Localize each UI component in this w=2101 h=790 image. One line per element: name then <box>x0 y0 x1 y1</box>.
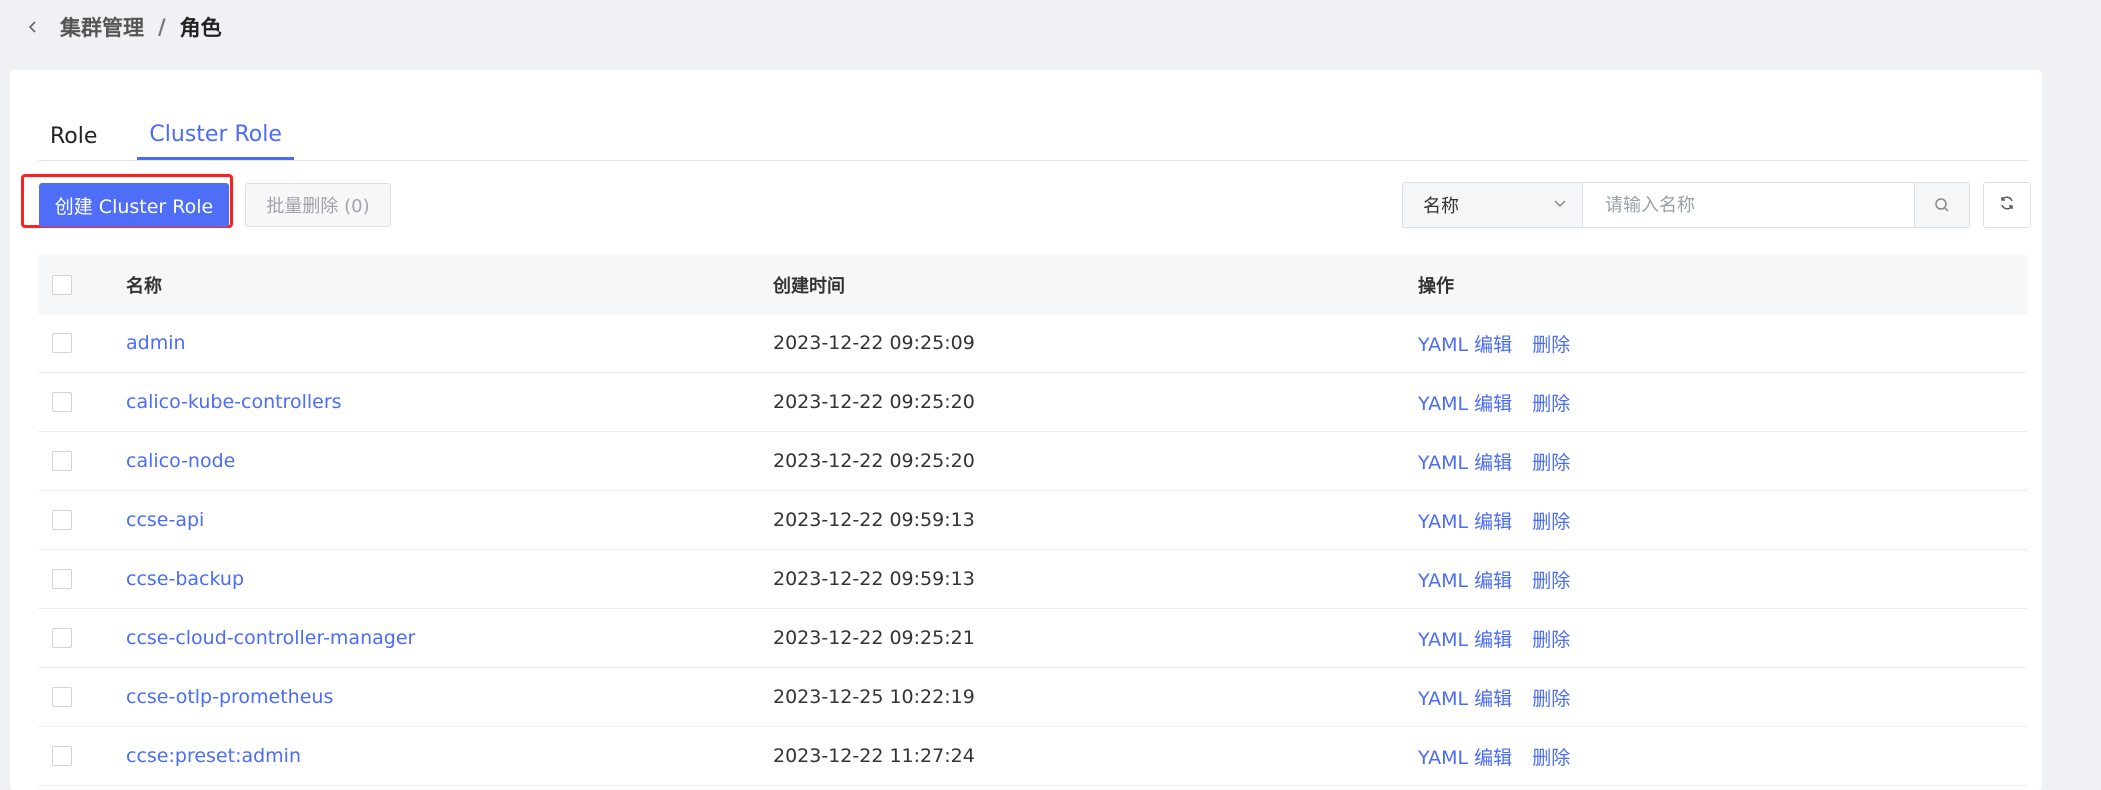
search-field-select[interactable]: 名称 <box>1403 183 1583 227</box>
search-group: 名称 <box>1402 182 1970 228</box>
row-checkbox[interactable] <box>52 569 72 589</box>
yaml-edit-link[interactable]: YAML 编辑 <box>1418 570 1512 592</box>
column-header-created: 创建时间 <box>773 275 845 297</box>
table-row: admin 2023-12-22 09:25:09 YAML 编辑 删除 <box>38 314 2028 373</box>
yaml-edit-link[interactable]: YAML 编辑 <box>1418 688 1512 710</box>
tab-cluster-role[interactable]: Cluster Role <box>137 112 294 160</box>
yaml-label: YAML <box>1418 628 1469 651</box>
batch-delete-button[interactable]: 批量删除 (0) <box>245 183 391 227</box>
table-row: ccse-cloud-controller-manager 2023-12-22… <box>38 609 2028 668</box>
created-time: 2023-12-22 09:25:20 <box>773 450 975 472</box>
role-name-link[interactable]: ccse-api <box>126 509 204 531</box>
delete-link[interactable]: 删除 <box>1532 570 1570 592</box>
breadcrumb-separator: / <box>158 15 166 39</box>
table-row: ccse-api 2023-12-22 09:59:13 YAML 编辑 删除 <box>38 491 2028 550</box>
row-checkbox[interactable] <box>52 687 72 707</box>
chevron-down-icon <box>1552 195 1568 216</box>
table-row: calico-node 2023-12-22 09:25:20 YAML 编辑 … <box>38 432 2028 491</box>
breadcrumb: 集群管理 / 角色 <box>18 10 222 44</box>
edit-label: 编辑 <box>1474 628 1513 651</box>
search-input[interactable] <box>1583 183 1914 227</box>
yaml-label: YAML <box>1418 569 1469 592</box>
edit-label: 编辑 <box>1474 510 1513 533</box>
edit-label: 编辑 <box>1474 746 1513 769</box>
delete-link[interactable]: 删除 <box>1532 393 1570 415</box>
role-name-link[interactable]: admin <box>126 332 186 354</box>
created-time: 2023-12-22 09:25:09 <box>773 332 975 354</box>
edit-label: 编辑 <box>1474 569 1513 592</box>
delete-link[interactable]: 删除 <box>1532 629 1570 651</box>
row-checkbox[interactable] <box>52 746 72 766</box>
refresh-icon <box>1999 195 2015 215</box>
yaml-label: YAML <box>1418 451 1469 474</box>
yaml-edit-link[interactable]: YAML 编辑 <box>1418 452 1512 474</box>
row-checkbox[interactable] <box>52 510 72 530</box>
search-field-value: 名称 <box>1423 196 1459 217</box>
column-header-name: 名称 <box>126 275 162 297</box>
table-header: 名称 创建时间 操作 <box>38 255 2028 314</box>
edit-label: 编辑 <box>1474 392 1513 415</box>
refresh-button[interactable] <box>1983 182 2031 228</box>
row-checkbox[interactable] <box>52 392 72 412</box>
role-name-link[interactable]: ccse-cloud-controller-manager <box>126 627 415 649</box>
delete-link[interactable]: 删除 <box>1532 688 1570 710</box>
role-name-link[interactable]: ccse-otlp-prometheus <box>126 686 333 708</box>
table-row: ccse-otlp-prometheus 2023-12-25 10:22:19… <box>38 668 2028 727</box>
yaml-label: YAML <box>1418 392 1469 415</box>
select-all-checkbox[interactable] <box>52 274 72 295</box>
row-checkbox[interactable] <box>52 628 72 648</box>
yaml-label: YAML <box>1418 510 1469 533</box>
created-time: 2023-12-22 09:59:13 <box>773 509 975 531</box>
delete-link[interactable]: 删除 <box>1532 747 1570 769</box>
delete-link[interactable]: 删除 <box>1532 334 1570 356</box>
yaml-edit-link[interactable]: YAML 编辑 <box>1418 511 1512 533</box>
yaml-edit-link[interactable]: YAML 编辑 <box>1418 393 1512 415</box>
created-time: 2023-12-22 09:59:13 <box>773 568 975 590</box>
delete-link[interactable]: 删除 <box>1532 511 1570 533</box>
chevron-left-icon[interactable] <box>18 12 48 42</box>
column-header-actions: 操作 <box>1418 275 1454 297</box>
breadcrumb-parent[interactable]: 集群管理 <box>60 12 144 42</box>
created-time: 2023-12-22 11:27:24 <box>773 745 975 767</box>
role-name-link[interactable]: ccse:preset:admin <box>126 745 301 767</box>
created-time: 2023-12-22 09:25:20 <box>773 391 975 413</box>
tab-role[interactable]: Role <box>38 112 109 160</box>
role-name-link[interactable]: ccse-backup <box>126 568 244 590</box>
role-name-link[interactable]: calico-kube-controllers <box>126 391 342 413</box>
table-row: calico-kube-controllers 2023-12-22 09:25… <box>38 373 2028 432</box>
yaml-label: YAML <box>1418 746 1469 769</box>
table-row: ccse-backup 2023-12-22 09:59:13 YAML 编辑 … <box>38 550 2028 609</box>
breadcrumb-current: 角色 <box>179 16 222 40</box>
yaml-label: YAML <box>1418 333 1469 356</box>
table-row: ccse:preset:admin 2023-12-22 11:27:24 YA… <box>38 727 2028 786</box>
edit-label: 编辑 <box>1474 687 1513 710</box>
search-icon[interactable] <box>1914 183 1969 227</box>
row-checkbox[interactable] <box>52 333 72 353</box>
create-cluster-role-button[interactable]: 创建 Cluster Role <box>39 183 229 227</box>
created-time: 2023-12-25 10:22:19 <box>773 686 975 708</box>
yaml-edit-link[interactable]: YAML 编辑 <box>1418 334 1512 356</box>
role-name-link[interactable]: calico-node <box>126 450 235 472</box>
delete-link[interactable]: 删除 <box>1532 452 1570 474</box>
yaml-edit-link[interactable]: YAML 编辑 <box>1418 747 1512 769</box>
content-card: Role Cluster Role 创建 Cluster Role 批量删除 (… <box>10 70 2042 790</box>
yaml-label: YAML <box>1418 687 1469 710</box>
created-time: 2023-12-22 09:25:21 <box>773 627 975 649</box>
tab-bar: Role Cluster Role <box>38 112 2028 161</box>
cluster-role-table: 名称 创建时间 操作 admin 2023-12-22 09:25:09 YAM… <box>38 255 2028 786</box>
edit-label: 编辑 <box>1474 451 1513 474</box>
edit-label: 编辑 <box>1474 333 1513 356</box>
yaml-edit-link[interactable]: YAML 编辑 <box>1418 629 1512 651</box>
row-checkbox[interactable] <box>52 451 72 471</box>
